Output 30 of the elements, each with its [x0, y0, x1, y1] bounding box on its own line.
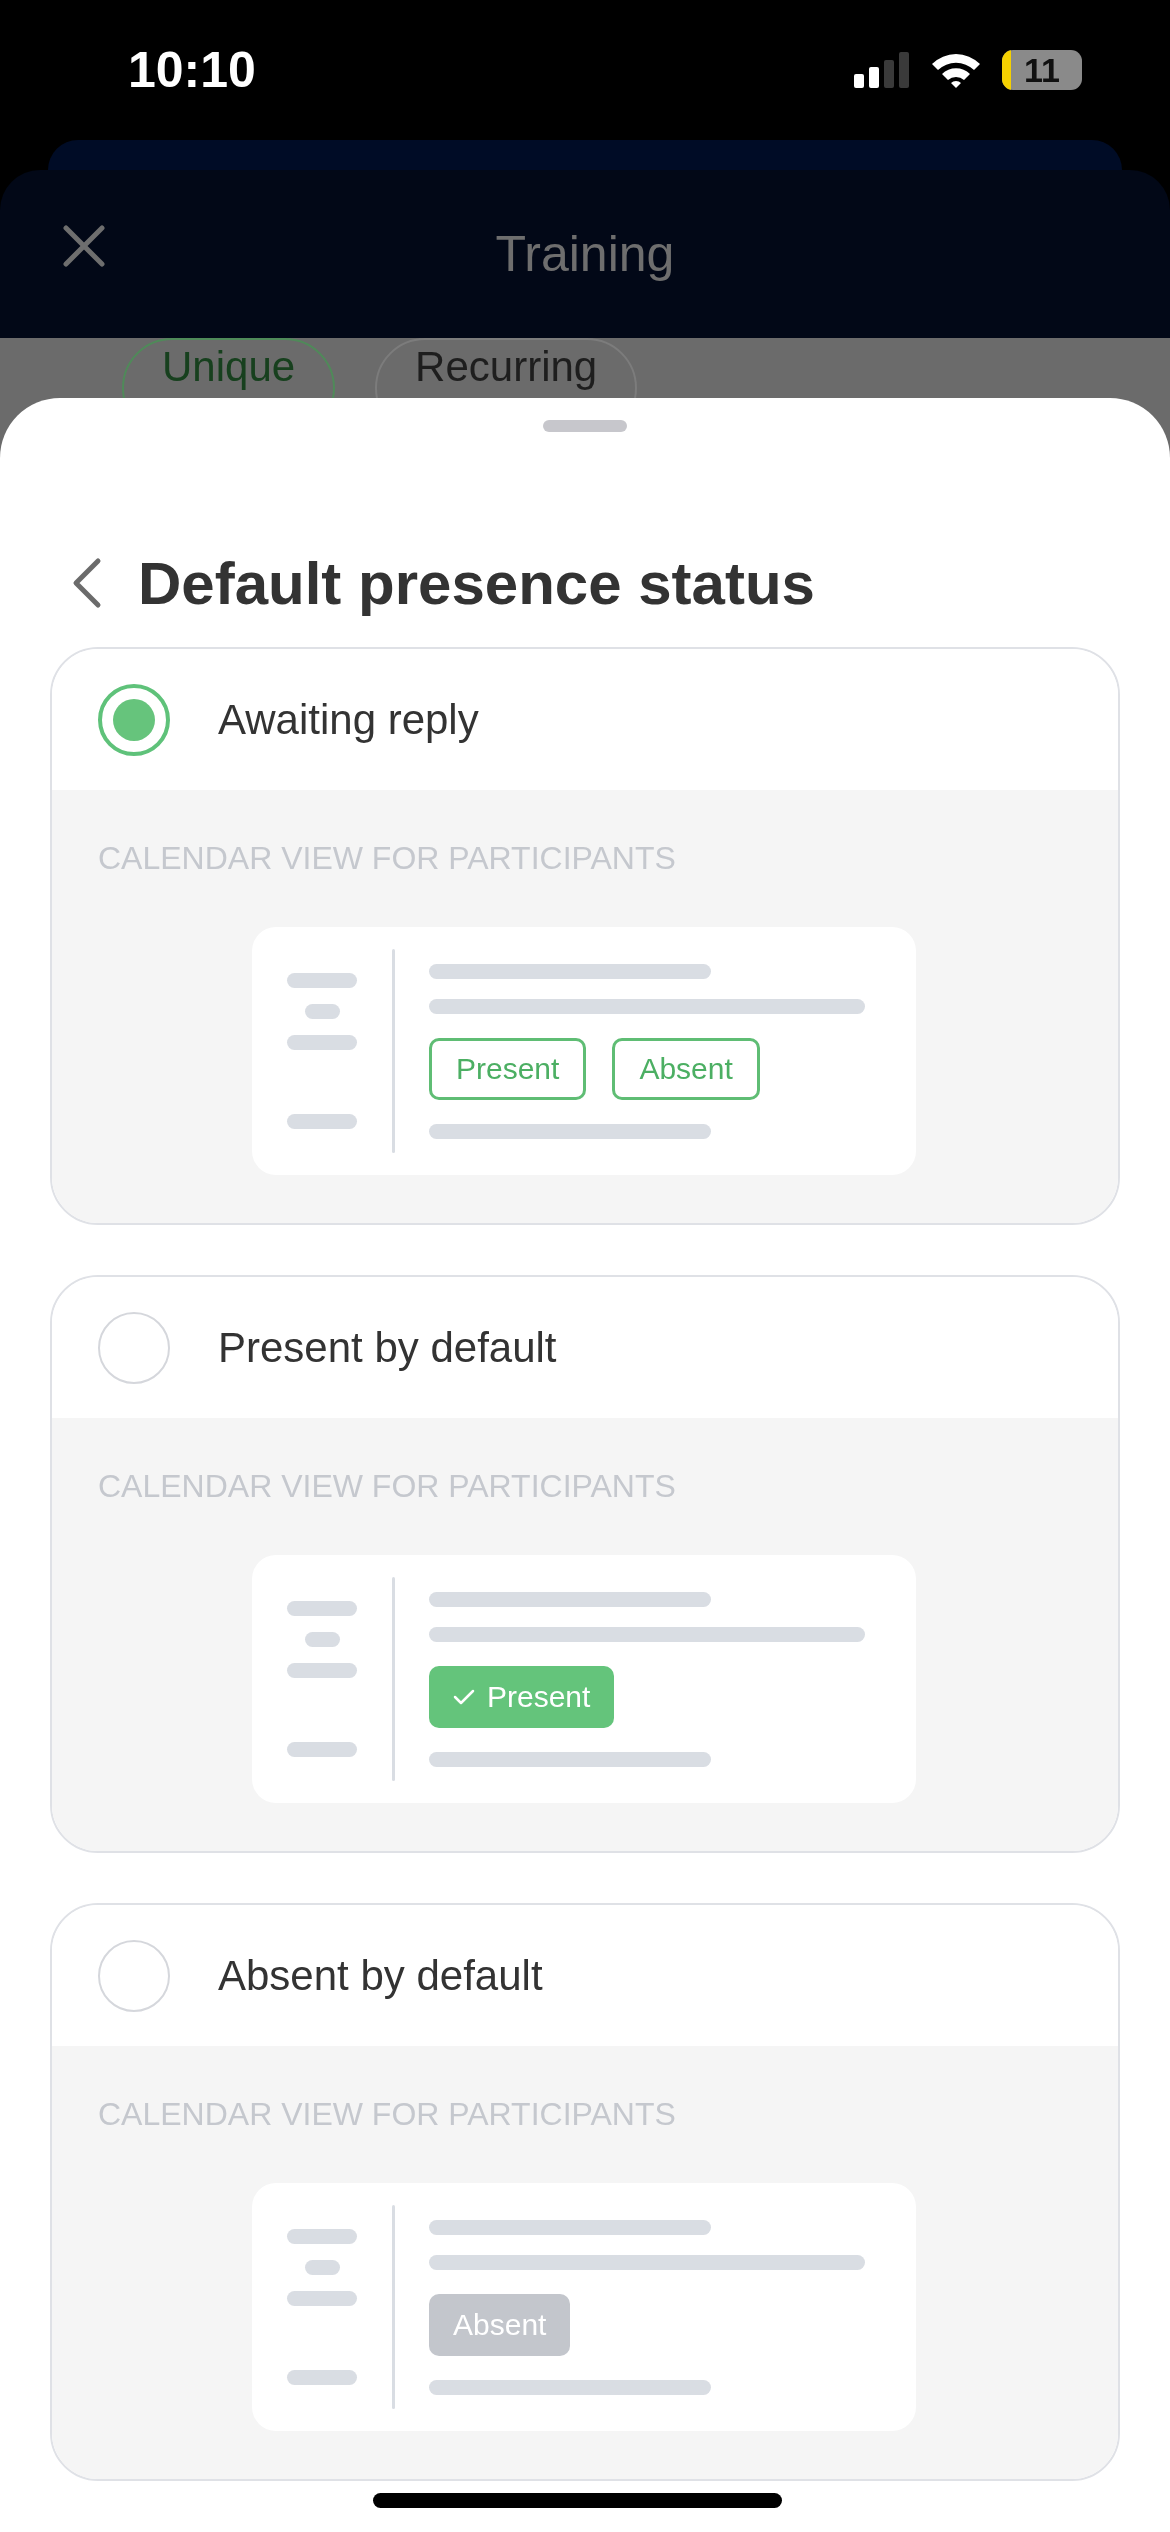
- placeholder-line: [287, 973, 357, 988]
- option-label: Present by default: [218, 1323, 557, 1372]
- placeholder-line: [287, 1035, 357, 1050]
- close-icon: [62, 224, 106, 268]
- placeholder-line: [304, 1004, 340, 1019]
- placeholder-line: [287, 2370, 357, 2385]
- signal-icon: [854, 52, 910, 88]
- placeholder-line: [287, 1742, 357, 1757]
- placeholder-line: [304, 2260, 340, 2275]
- status-chip: Absent: [612, 1037, 760, 1100]
- placeholder-line: [304, 1632, 340, 1647]
- option-label: Awaiting reply: [218, 695, 479, 744]
- placeholder-line: [287, 1601, 357, 1616]
- header-title: Training: [495, 225, 675, 283]
- option-label: Absent by default: [218, 1951, 543, 2000]
- placeholder-line: [287, 2291, 357, 2306]
- status-chip: Absent: [429, 2293, 571, 2356]
- check-icon: [453, 1688, 475, 1705]
- battery-percent: 11: [1024, 50, 1060, 90]
- status-chip: Present: [429, 1665, 615, 1728]
- placeholder-line: [287, 2229, 357, 2244]
- placeholder-line: [287, 1663, 357, 1678]
- clock-time: 10:10: [128, 41, 256, 99]
- status-chip: Present: [429, 1037, 587, 1100]
- sheet-title: Default presence status: [138, 548, 815, 618]
- battery-level-bar: [1002, 50, 1011, 90]
- wifi-icon: [930, 51, 982, 89]
- close-button[interactable]: [62, 224, 106, 268]
- drag-handle[interactable]: [543, 420, 627, 432]
- placeholder-line: [287, 1114, 357, 1129]
